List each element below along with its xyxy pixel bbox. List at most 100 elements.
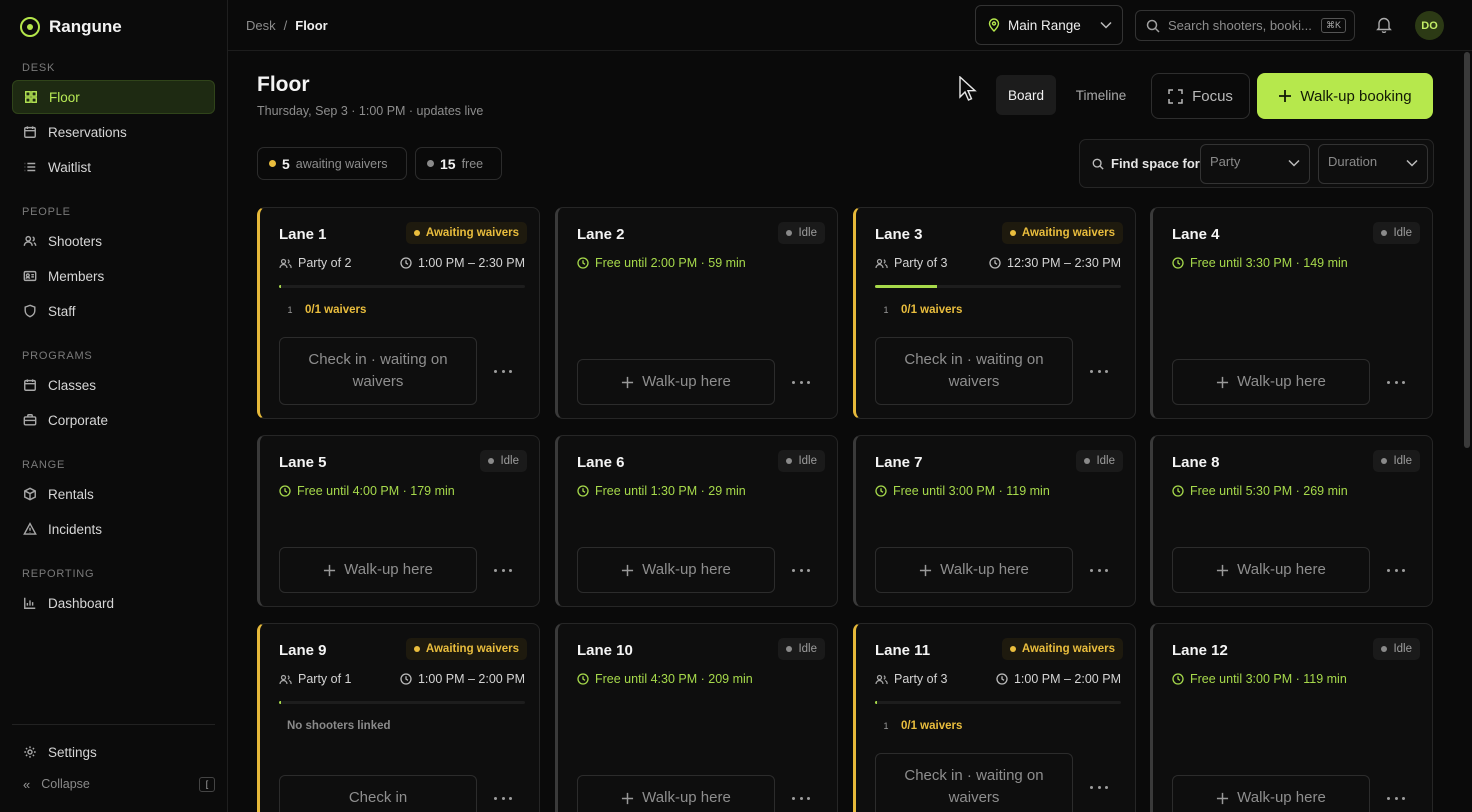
clock-icon <box>1172 485 1184 497</box>
check-in-button[interactable]: Check in <box>279 775 477 812</box>
more-options-icon[interactable] <box>494 368 512 374</box>
more-options-icon[interactable] <box>1387 379 1405 385</box>
session-progress-bar <box>279 701 525 704</box>
search-input[interactable]: Search shooters, booki... ⌘K <box>1135 10 1355 41</box>
sidebar-item-staff[interactable]: Staff <box>12 294 215 328</box>
walk-up-here-label: Walk-up here <box>1237 789 1326 806</box>
waiver-status[interactable]: 1 0/1 waivers <box>880 304 962 316</box>
clock-icon <box>279 485 291 497</box>
view-timeline-tab[interactable]: Timeline <box>1066 75 1136 115</box>
search-icon <box>1092 158 1104 170</box>
status-label: Idle <box>1393 643 1412 655</box>
walk-up-here-button[interactable]: Walk-up here <box>577 775 775 812</box>
lane-card-lane-12[interactable]: Lane 12 Idle Free until 3:00 PM · 119 min… <box>1150 623 1433 812</box>
walk-up-here-button[interactable]: Walk-up here <box>1172 775 1370 812</box>
focus-button[interactable]: Focus <box>1151 73 1250 119</box>
range-select[interactable]: Main Range <box>975 5 1123 45</box>
scrollbar-thumb[interactable] <box>1464 52 1470 448</box>
sidebar-item-classes[interactable]: Classes <box>12 368 215 402</box>
walk-up-here-button[interactable]: Walk-up here <box>1172 359 1370 405</box>
more-options-icon[interactable] <box>1387 567 1405 573</box>
lane-card-lane-5[interactable]: Lane 5 Idle Free until 4:00 PM · 179 min … <box>257 435 540 607</box>
more-options-icon[interactable] <box>792 379 810 385</box>
sidebar-item-members[interactable]: Members <box>12 259 215 293</box>
lane-card-lane-4[interactable]: Lane 4 Idle Free until 3:30 PM · 149 min … <box>1150 207 1433 419</box>
sidebar-item-reservations[interactable]: Reservations <box>12 115 215 149</box>
status-badge: Awaiting waivers <box>405 222 527 244</box>
party-size: Party of 1 <box>298 672 352 686</box>
plus-icon <box>1217 564 1229 576</box>
waiver-index: 1 <box>883 305 889 315</box>
more-options-icon[interactable] <box>494 795 512 801</box>
topbar: Desk / Floor Main Range Search shooters,… <box>228 0 1472 51</box>
check-in-button[interactable]: Check in · waiting on waivers <box>279 337 477 405</box>
sidebar-item-label: Settings <box>48 744 97 760</box>
walk-up-here-label: Walk-up here <box>940 561 1029 578</box>
warning-dot-icon <box>269 160 276 167</box>
more-options-icon[interactable] <box>1387 795 1405 801</box>
sidebar-item-label: Floor <box>49 89 80 105</box>
sidebar-item-label: Corporate <box>48 412 109 428</box>
lane-card-lane-9[interactable]: Lane 9 Awaiting waivers Party of 1 1:00 … <box>257 623 540 812</box>
find-space-text: Find space for <box>1111 156 1200 171</box>
more-options-icon[interactable] <box>1090 567 1108 573</box>
walk-up-here-button[interactable]: Walk-up here <box>577 359 775 405</box>
more-options-icon[interactable] <box>1090 784 1108 790</box>
booking-info: Party of 3 12:30 PM – 2:30 PM <box>875 256 1121 270</box>
lane-name: Lane 9 <box>279 642 327 659</box>
waiver-status[interactable]: 1 0/1 waivers <box>880 720 962 732</box>
view-board-tab[interactable]: Board <box>996 75 1056 115</box>
status-dot-icon <box>1084 458 1091 464</box>
avatar[interactable]: DO <box>1415 11 1444 40</box>
more-options-icon[interactable] <box>1090 368 1108 374</box>
party-select[interactable]: Party <box>1200 144 1310 184</box>
session-progress-bar <box>875 285 1121 288</box>
collapse-button[interactable]: « Collapse [ <box>12 769 215 799</box>
lane-card-lane-10[interactable]: Lane 10 Idle Free until 4:30 PM · 209 min… <box>555 623 838 812</box>
breadcrumb-desk[interactable]: Desk <box>246 18 276 33</box>
lane-name: Lane 2 <box>577 226 625 243</box>
walk-up-here-button[interactable]: Walk-up here <box>577 547 775 593</box>
bell-icon[interactable] <box>1376 16 1392 33</box>
free-until-text: Free until 1:30 PM · 29 min <box>595 484 746 498</box>
sidebar-item-corporate[interactable]: Corporate <box>12 403 215 437</box>
sidebar-item-floor[interactable]: Floor <box>12 80 215 114</box>
more-options-icon[interactable] <box>792 795 810 801</box>
duration-select[interactable]: Duration <box>1318 144 1428 184</box>
sidebar-item-rentals[interactable]: Rentals <box>12 477 215 511</box>
walk-up-booking-button[interactable]: Walk-up booking <box>1257 73 1433 119</box>
sidebar-item-incidents[interactable]: Incidents <box>12 512 215 546</box>
lane-card-lane-8[interactable]: Lane 8 Idle Free until 5:30 PM · 269 min … <box>1150 435 1433 607</box>
clock-icon <box>875 485 887 497</box>
check-in-button[interactable]: Check in · waiting on waivers <box>875 753 1073 812</box>
waiver-status[interactable]: 1 0/1 waivers <box>284 304 366 316</box>
walk-up-here-button[interactable]: Walk-up here <box>1172 547 1370 593</box>
free-until: Free until 3:00 PM · 119 min <box>1172 672 1347 686</box>
more-options-icon[interactable] <box>792 567 810 573</box>
lane-card-lane-11[interactable]: Lane 11 Awaiting waivers Party of 3 1:00… <box>853 623 1136 812</box>
sidebar-item-waitlist[interactable]: Waitlist <box>12 150 215 184</box>
lane-card-lane-2[interactable]: Lane 2 Idle Free until 2:00 PM · 59 min W… <box>555 207 838 419</box>
sidebar-item-settings[interactable]: Settings <box>12 735 215 769</box>
free-until: Free until 2:00 PM · 59 min <box>577 256 746 270</box>
status-dot-icon <box>1009 230 1016 236</box>
awaiting-waivers-chip[interactable]: 5 awaiting waivers <box>257 147 407 180</box>
more-options-icon[interactable] <box>494 567 512 573</box>
sidebar-item-dashboard[interactable]: Dashboard <box>12 586 215 620</box>
brand[interactable]: Rangune <box>0 0 227 54</box>
walk-up-here-button[interactable]: Walk-up here <box>875 547 1073 593</box>
status-badge: Idle <box>480 450 527 472</box>
search-shortcut: ⌘K <box>1320 18 1346 33</box>
check-in-button[interactable]: Check in · waiting on waivers <box>875 337 1073 405</box>
sidebar-item-label: Dashboard <box>48 595 115 611</box>
mouse-cursor-icon <box>959 76 977 101</box>
booking-time: 1:00 PM – 2:00 PM <box>417 672 525 686</box>
walk-up-here-button[interactable]: Walk-up here <box>279 547 477 593</box>
free-until: Free until 1:30 PM · 29 min <box>577 484 746 498</box>
free-lanes-chip[interactable]: 15 free <box>415 147 502 180</box>
lane-card-lane-6[interactable]: Lane 6 Idle Free until 1:30 PM · 29 min W… <box>555 435 838 607</box>
lane-card-lane-1[interactable]: Lane 1 Awaiting waivers Party of 2 1:00 … <box>257 207 540 419</box>
sidebar-item-shooters[interactable]: Shooters <box>12 224 215 258</box>
lane-card-lane-7[interactable]: Lane 7 Idle Free until 3:00 PM · 119 min … <box>853 435 1136 607</box>
lane-card-lane-3[interactable]: Lane 3 Awaiting waivers Party of 3 12:30… <box>853 207 1136 419</box>
